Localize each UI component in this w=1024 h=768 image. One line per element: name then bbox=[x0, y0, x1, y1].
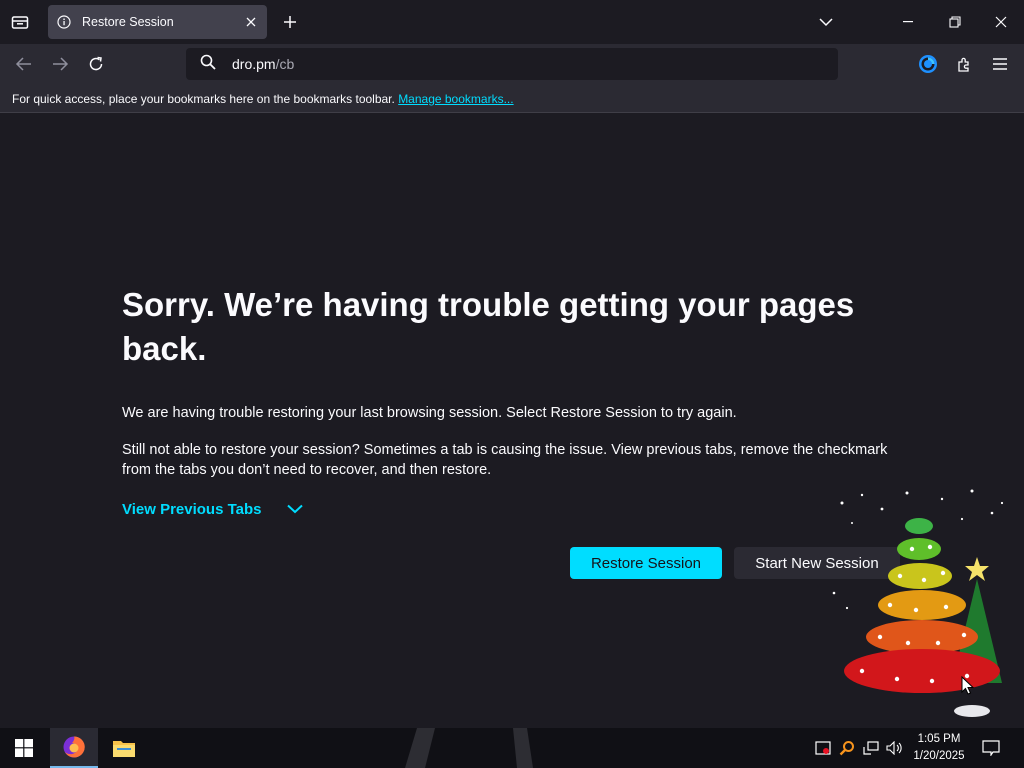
network-icon[interactable] bbox=[860, 728, 882, 768]
taskbar-background-shape bbox=[405, 728, 533, 768]
url-text: dro.pm/cb bbox=[232, 56, 294, 72]
restore-help-text: Still not able to restore your session? … bbox=[122, 442, 888, 478]
notifications-icon[interactable] bbox=[978, 728, 1004, 768]
page-content: Sorry. We’re having trouble getting your… bbox=[0, 113, 1024, 728]
tab-list-icon[interactable] bbox=[8, 10, 32, 34]
close-window-icon[interactable] bbox=[978, 0, 1024, 44]
url-host: dro.pm bbox=[232, 56, 276, 72]
tab-overflow-chevron-icon[interactable] bbox=[803, 0, 849, 44]
new-tab-icon[interactable] bbox=[280, 12, 300, 32]
restore-session-button[interactable]: Restore Session bbox=[570, 547, 722, 579]
taskbar-clock[interactable]: 1:05 PM 1/20/2025 bbox=[906, 731, 972, 765]
chevron-down-icon bbox=[286, 500, 304, 518]
file-explorer-icon[interactable] bbox=[100, 728, 148, 768]
tab-bar: Restore Session bbox=[0, 0, 1024, 44]
clock-date: 1/20/2025 bbox=[913, 750, 965, 762]
back-icon[interactable] bbox=[12, 52, 36, 76]
firefox-taskbar-icon[interactable] bbox=[50, 728, 98, 768]
restore-description: We are having trouble restoring your las… bbox=[122, 405, 737, 421]
windows-taskbar: 1:05 PM 1/20/2025 bbox=[0, 728, 1024, 768]
windows-start-icon[interactable] bbox=[0, 728, 48, 768]
mouse-cursor-icon bbox=[961, 676, 975, 695]
search-tray-icon[interactable] bbox=[836, 728, 858, 768]
view-previous-tabs-toggle[interactable]: View Previous Tabs bbox=[122, 500, 304, 518]
close-tab-icon[interactable] bbox=[243, 14, 259, 30]
clock-time: 1:05 PM bbox=[917, 733, 961, 745]
restore-window-icon[interactable] bbox=[932, 0, 978, 44]
account-avatar-icon[interactable] bbox=[916, 52, 940, 76]
tab-restore-session[interactable]: Restore Session bbox=[48, 5, 267, 39]
extensions-icon[interactable] bbox=[952, 52, 976, 76]
forward-icon[interactable] bbox=[48, 52, 72, 76]
navigation-toolbar: dro.pm/cb bbox=[0, 44, 1024, 84]
reload-icon[interactable] bbox=[84, 52, 108, 76]
url-bar[interactable]: dro.pm/cb bbox=[186, 48, 838, 80]
search-icon bbox=[200, 54, 216, 75]
security-tray-icon[interactable] bbox=[812, 728, 834, 768]
christmas-tree-decoration bbox=[832, 489, 1004, 717]
bookmarks-toolbar: For quick access, place your bookmarks h… bbox=[0, 84, 1024, 113]
page-title: Sorry. We’re having trouble getting your… bbox=[122, 286, 855, 367]
minimize-icon[interactable] bbox=[886, 0, 932, 44]
view-previous-tabs-label: View Previous Tabs bbox=[122, 500, 262, 518]
volume-icon[interactable] bbox=[884, 728, 906, 768]
bookmarks-toolbar-message: For quick access, place your bookmarks h… bbox=[12, 92, 399, 106]
info-icon bbox=[56, 14, 72, 30]
manage-bookmarks-link[interactable]: Manage bookmarks... bbox=[398, 92, 513, 106]
menu-icon[interactable] bbox=[988, 52, 1012, 76]
url-path: /cb bbox=[275, 56, 295, 72]
tab-title: Restore Session bbox=[82, 15, 174, 29]
